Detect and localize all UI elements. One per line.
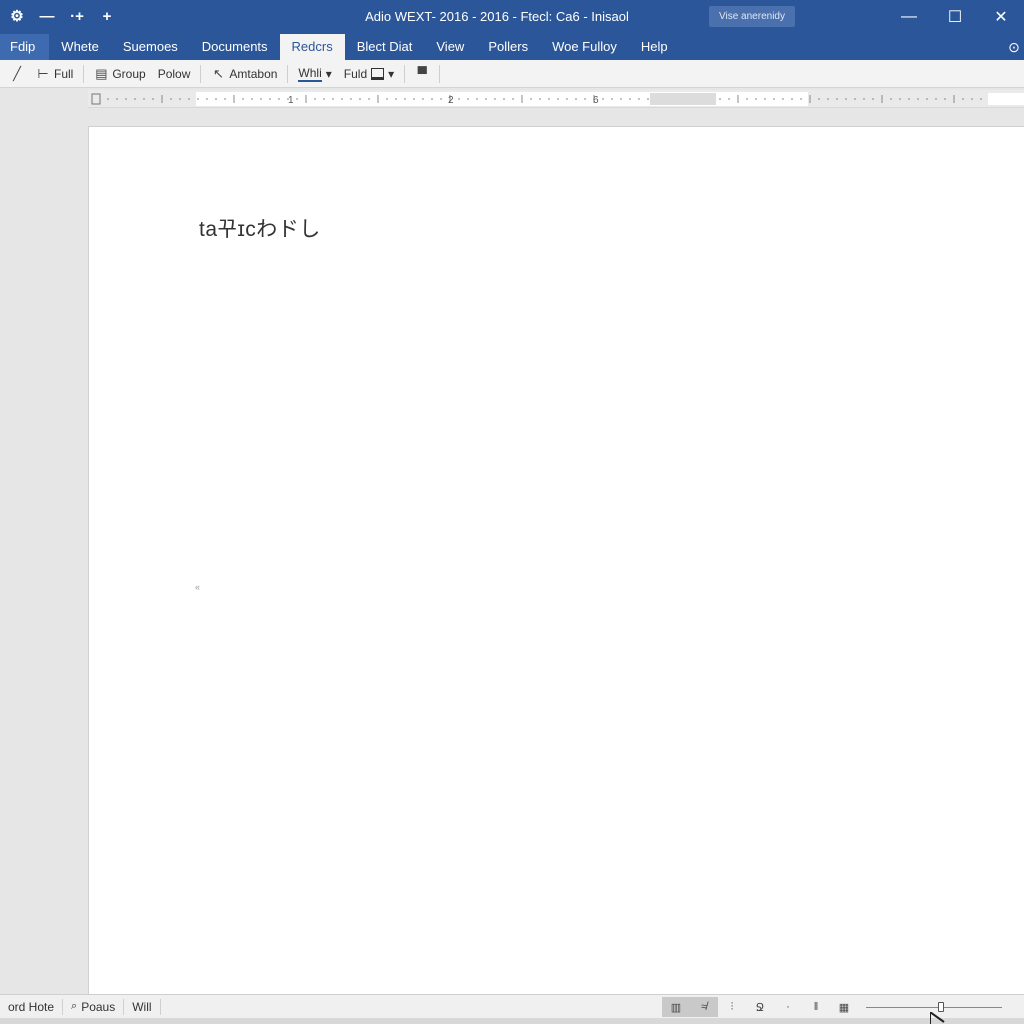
grid-icon: ▤ [95, 65, 108, 81]
page-icon[interactable]: ▦ [830, 997, 858, 1017]
toolbar-divider [439, 64, 441, 83]
pen-icon: ╱ [13, 65, 21, 81]
zoom-thumb[interactable] [938, 1002, 944, 1012]
polow-label: Polow [157, 66, 191, 81]
web-layout-button[interactable]: ⫶ [718, 997, 746, 1017]
toolbar-divider [287, 64, 289, 83]
outline-button[interactable]: Ջ [746, 997, 774, 1017]
mouse-pointer-icon [930, 1012, 945, 1024]
amtabon-button[interactable]: ↖ Amtabon [205, 63, 283, 85]
title-bar: ⚙ — ·+ + Adio WEXT- 2016 - 2016 - Ftecl:… [0, 0, 1024, 34]
tab-home[interactable]: Whete [49, 34, 111, 60]
ruler-label: 6 [593, 95, 599, 106]
full-label: Full [54, 66, 74, 81]
fuld-label: Fuld [343, 66, 368, 81]
format-painter-icon: ▀ [417, 66, 427, 81]
document-page[interactable]: ta꾸ɪcわドし « [88, 126, 1024, 994]
ruler-right-area [988, 93, 1024, 105]
polow-button[interactable]: Polow [152, 63, 197, 85]
ruler-label: 1 [288, 95, 294, 106]
horizontal-ruler[interactable]: 1 2 6 [88, 90, 1024, 108]
format-painter-button[interactable]: ▀ [409, 63, 435, 85]
indent-icon: ⊢ [37, 65, 49, 81]
arrow-icon: ↖ [212, 65, 224, 81]
minimize-button[interactable]: — [886, 0, 932, 34]
status-divider [159, 998, 161, 1015]
dot-icon: · [786, 1001, 790, 1013]
tab-file[interactable]: Fdip [0, 34, 50, 60]
toolbar-divider [200, 64, 202, 83]
group-label: Group [112, 66, 146, 81]
border-icon [371, 67, 385, 80]
ruler-margin-shade [650, 93, 716, 105]
ribbon-toolbar: ╱ ⊢ Full ▤ Group Polow ↖ Amtabon Whli ▾ … [0, 60, 1024, 88]
language-status[interactable]: Will [124, 995, 159, 1019]
whli-dropdown[interactable]: Whli ▾ [292, 63, 337, 85]
print-layout-button[interactable]: ≉ [690, 997, 718, 1017]
left-gutter [0, 89, 88, 994]
chevron-down-icon: ▾ [388, 66, 395, 81]
group-button[interactable]: ▤ Group [88, 63, 151, 85]
read-mode-button[interactable]: ▥ [662, 997, 690, 1017]
ribbon-tabs: Fdip Whete Suemoes Documents Redcrs Blec… [0, 34, 1024, 60]
pause-icon[interactable]: ‖ [802, 997, 830, 1017]
amtabon-label: Amtabon [229, 66, 278, 81]
focus-button[interactable]: ⌕ Poaus [63, 995, 123, 1019]
ruler-ticks: 1 2 6 [91, 93, 1024, 106]
zoom-track-line [866, 1007, 1002, 1008]
tab-stop-selector[interactable] [91, 93, 101, 105]
status-bar: ord Hote ⌕ Poaus Will ▥ ≉ ⫶ Ջ · ‖ ▦ [0, 994, 1024, 1018]
whli-label: Whli [298, 65, 322, 82]
draw-tool[interactable]: ╱ [4, 63, 30, 85]
tab-insert[interactable]: Suemoes [111, 34, 190, 60]
toolbar-divider [83, 64, 85, 83]
ruler-label: 2 [448, 95, 454, 106]
tab-help[interactable]: Help [629, 34, 680, 60]
fuld-dropdown[interactable]: Fuld ▾ [338, 63, 400, 85]
tab-woe-fulloy[interactable]: Woe Fulloy [540, 34, 629, 60]
tab-view[interactable]: View [424, 34, 476, 60]
window-bottom-edge [0, 1018, 1024, 1024]
tab-select-data[interactable]: Blect Diat [345, 34, 425, 60]
maximize-button[interactable]: ☐ [932, 0, 978, 34]
account-icon[interactable]: ⊙ [1004, 34, 1024, 60]
text-marker: « [195, 582, 201, 592]
tab-readers[interactable]: Redcrs [279, 34, 345, 60]
focus-label: Poaus [81, 999, 116, 1014]
full-button[interactable]: ⊢ Full [30, 63, 79, 85]
toolbar-divider [404, 64, 406, 83]
search-icon: ⌕ [71, 1000, 78, 1012]
word-count[interactable]: ord Hote [0, 995, 62, 1019]
window-title: Adio WEXT- 2016 - 2016 - Ftecl: Ca6 - In… [365, 9, 629, 24]
document-text[interactable]: ta꾸ɪcわドし [199, 213, 321, 243]
tab-documents[interactable]: Documents [190, 34, 280, 60]
sign-in-button[interactable]: Vise anerenidy [709, 6, 795, 27]
chevron-down-icon: ▾ [325, 66, 332, 81]
close-button[interactable]: ✕ [978, 0, 1024, 34]
tab-pollers[interactable]: Pollers [476, 34, 540, 60]
